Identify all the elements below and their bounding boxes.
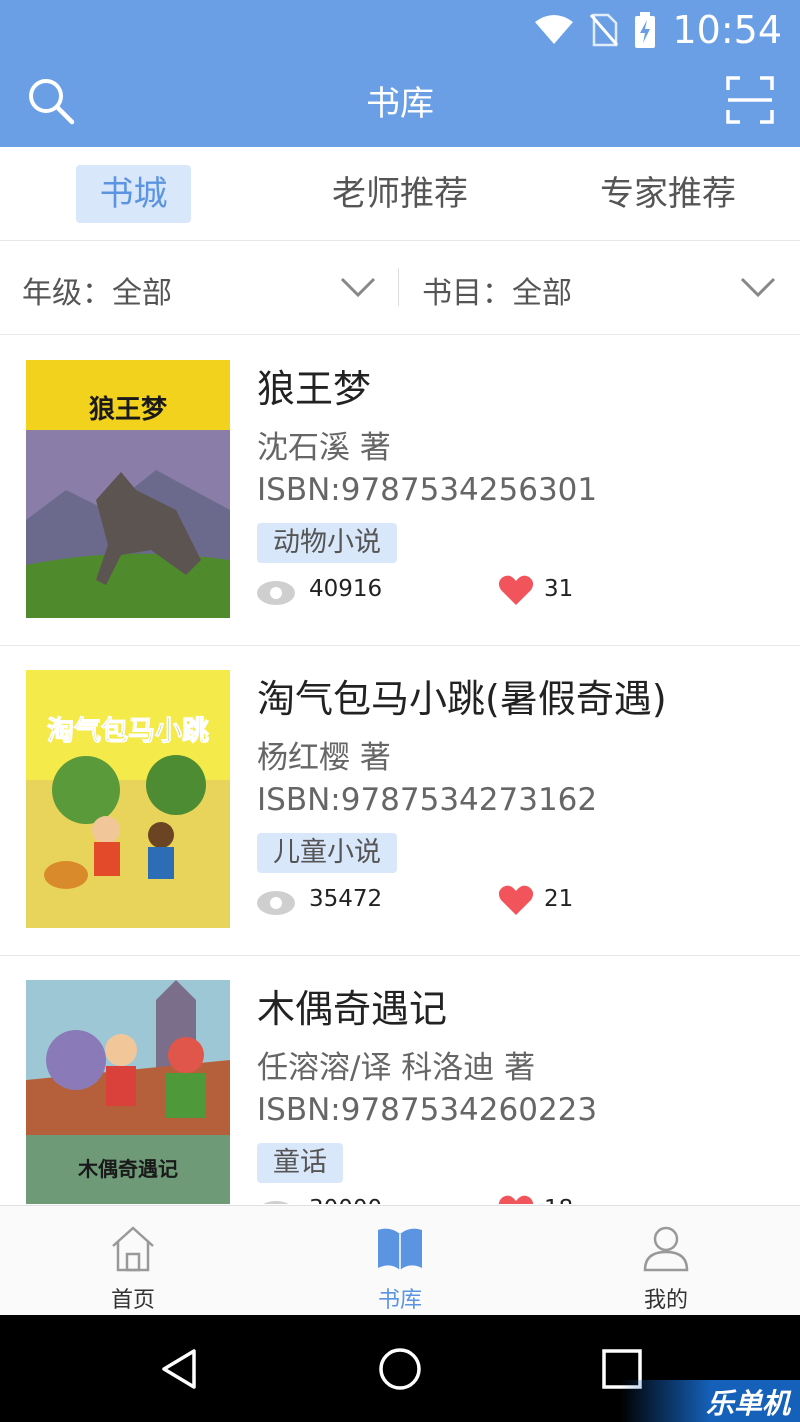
user-icon [643,1226,689,1272]
book-icon [378,1228,422,1270]
no-sim-icon [590,13,619,47]
like-count: 18 [544,1196,573,1204]
book-cover[interactable]: 淘气包马小跳 [26,670,230,928]
chevron-down-icon [340,277,376,298]
heart-icon[interactable] [498,884,534,916]
eye-icon [257,891,295,915]
book-item[interactable]: 木偶奇遇记 木偶奇遇记 任溶溶/译 科洛迪 著 ISBN:97875342602… [0,956,800,1204]
title-bar: 书库 [0,56,800,144]
page-title: 书库 [366,84,434,124]
book-isbn: ISBN:9787534273162 [257,782,598,818]
book-isbn: ISBN:9787534256301 [257,472,598,508]
book-cover[interactable]: 狼王梦 [26,360,230,618]
nav-profile[interactable]: 我的 [533,1206,799,1316]
tab-expert-recommend[interactable]: 专家推荐 [588,165,748,223]
eye-icon [257,581,295,605]
book-cover[interactable]: 木偶奇遇记 [26,980,230,1204]
like-count: 31 [544,576,574,602]
status-time: 10:54 [672,8,782,52]
book-isbn: ISBN:9787534260223 [257,1092,598,1128]
heart-icon[interactable] [498,1194,534,1204]
screen: 10:54 书库 书城 老师推荐 专家推荐 年级：全部 书目：全部 狼王梦 狼王… [0,0,800,1422]
book-genre-tag: 童话 [257,1143,343,1183]
app-header: 10:54 书库 [0,0,800,147]
watermark-text: 乐单机 [705,1387,790,1420]
wifi-icon [535,15,574,44]
book-genre-tag: 儿童小说 [257,833,397,873]
book-title[interactable]: 淘气包马小跳(暑假奇遇) [257,668,667,723]
nav-profile-label: 我的 [643,1288,688,1313]
nav-home-label: 首页 [110,1288,155,1313]
tab-bookstore[interactable]: 书城 [76,165,191,223]
book-author: 杨红樱 著 [257,740,391,776]
grade-filter-dropdown[interactable]: 年级：全部 [0,241,398,335]
cover-title: 狼王梦 [89,394,168,425]
like-count: 21 [544,886,574,912]
back-icon[interactable] [156,1345,204,1393]
book-title[interactable]: 狼王梦 [257,358,371,413]
battery-charging-icon [635,12,656,48]
category-filter-dropdown[interactable]: 书目：全部 [400,241,800,335]
cover-title: 木偶奇遇记 [77,1157,178,1181]
book-list[interactable]: 狼王梦 狼王梦 沈石溪 著 ISBN:9787534256301 动物小说 40… [0,336,800,1204]
book-item[interactable]: 淘气包马小跳 淘气包马小跳(暑假奇遇) 杨红樱 著 ISBN:978753427… [0,646,800,956]
watermark: 乐单机 [620,1380,800,1422]
bottom-nav: 首页 书库 我的 [0,1205,800,1315]
tab-teacher-recommend[interactable]: 老师推荐 [320,165,480,223]
scan-icon[interactable] [726,76,774,124]
nav-home[interactable]: 首页 [0,1206,266,1316]
home-icon [112,1226,154,1272]
heart-icon[interactable] [498,574,534,606]
eye-icon [263,1201,289,1204]
tab-bar: 书城 老师推荐 专家推荐 [0,147,800,241]
system-nav-bar: 乐单机 [0,1315,800,1422]
nav-library-label: 书库 [377,1288,422,1313]
view-count: 30000 [309,1196,382,1204]
filter-bar: 年级：全部 书目：全部 [0,241,800,335]
book-item[interactable]: 狼王梦 狼王梦 沈石溪 著 ISBN:9787534256301 动物小说 40… [0,336,800,646]
nav-library[interactable]: 书库 [267,1206,533,1316]
home-circle-icon[interactable] [376,1345,424,1393]
category-filter-label: 书目：全部 [422,276,572,311]
chevron-down-icon [740,277,776,298]
grade-filter-label: 年级：全部 [22,276,172,311]
view-count: 40916 [309,576,383,602]
book-genre-tag: 动物小说 [257,523,397,563]
view-count: 35472 [309,886,383,912]
status-bar: 10:54 [534,6,782,54]
cover-title: 淘气包马小跳 [47,715,209,747]
book-author: 任溶溶/译 科洛迪 著 [257,1050,536,1086]
filter-divider [398,268,399,306]
book-title[interactable]: 木偶奇遇记 [257,978,447,1033]
book-author: 沈石溪 著 [257,430,391,466]
